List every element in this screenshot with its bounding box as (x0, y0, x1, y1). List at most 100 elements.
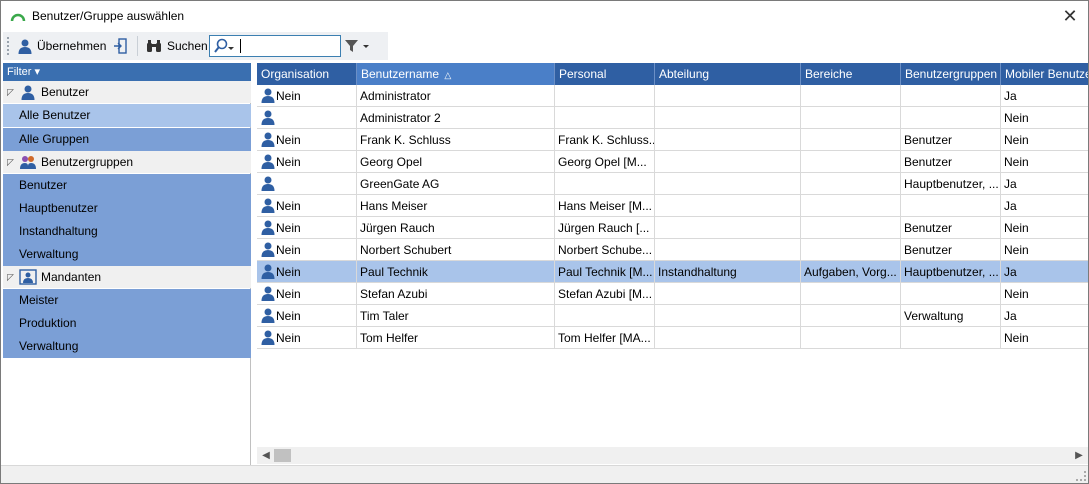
table-row[interactable]: Nein Jürgen Rauch Jürgen Rauch [... Benutze… (257, 217, 1088, 239)
cell-text: Nein (276, 89, 301, 103)
cell-text: Tim Taler (360, 309, 409, 323)
table-cell: Nein (1001, 239, 1088, 261)
column-header-abteilung[interactable]: Abteilung (655, 63, 801, 85)
apply-button[interactable]: Übernehmen (17, 36, 106, 56)
table-cell: Nein (257, 85, 357, 107)
table-cell: Stefan Azubi [M... (555, 283, 655, 305)
user-icon (261, 242, 275, 258)
cell-text: Hans Meiser [M... (558, 199, 653, 213)
table-cell: Nein (257, 305, 357, 327)
cell-text: Stefan Azubi (360, 287, 428, 301)
table-cell: Instandhaltung (655, 261, 801, 283)
table-cell (901, 85, 1001, 107)
table-row[interactable]: Administrator 2 Nein (257, 107, 1088, 129)
table-cell: Nein (257, 129, 357, 151)
cell-text: Benutzer (904, 133, 953, 147)
cell-text: Administrator (360, 89, 431, 103)
user-icon (261, 88, 275, 104)
filter-item-produktion[interactable]: Produktion (3, 312, 251, 335)
cell-text: Benutzer (904, 243, 953, 257)
filter-item-hauptbenutzer[interactable]: Hauptbenutzer (3, 197, 251, 220)
scroll-thumb[interactable] (274, 449, 291, 462)
group-user-groups[interactable]: ◸ Benutzergruppen (3, 151, 251, 173)
group-users[interactable]: ◸ Benutzer (3, 81, 251, 103)
table-cell: Ja (1001, 261, 1088, 283)
table-row[interactable]: Nein Paul Technik Paul Technik [M... Instan… (257, 261, 1088, 283)
table-cell (655, 85, 801, 107)
cell-text: Aufgaben, Vorg... (804, 265, 897, 279)
filter-menu[interactable]: Filter ▾ (3, 63, 251, 81)
table-row[interactable]: GreenGate AG Hauptbenutzer, ... Ja (257, 173, 1088, 195)
users-grid: Organisation Benutzername △ Personal Abt… (257, 63, 1088, 447)
cell-text: Ja (1004, 89, 1017, 103)
toolbar-grip[interactable] (7, 37, 10, 55)
search-button[interactable]: Suchen (146, 36, 208, 56)
table-row[interactable]: Nein Tim Taler Verwaltung Ja (257, 305, 1088, 327)
collapse-icon[interactable]: ◸ (7, 272, 19, 283)
filter-item-instandhaltung[interactable]: Instandhaltung (3, 220, 251, 243)
cell-text: Norbert Schubert (360, 243, 452, 257)
collapse-icon[interactable]: ◸ (7, 157, 19, 168)
cell-text: Nein (276, 133, 301, 147)
group-clients[interactable]: ◸ Mandanten (3, 266, 251, 288)
window-title: Benutzer/Gruppe auswählen (32, 9, 185, 23)
table-cell: Frank K. Schluss (357, 129, 555, 151)
cell-text: Nein (1004, 243, 1029, 257)
horizontal-scrollbar[interactable]: ◀ ▶ (257, 447, 1088, 464)
search-icon (214, 38, 234, 53)
column-header-organisation[interactable]: Organisation (257, 63, 357, 85)
filter-item-all-groups[interactable]: Alle Gruppen (3, 128, 251, 151)
table-cell (801, 283, 901, 305)
apply-close-button[interactable] (113, 36, 127, 56)
filter-item-all-users[interactable]: Alle Benutzer (3, 104, 251, 127)
table-row[interactable]: Nein Hans Meiser Hans Meiser [M... Ja (257, 195, 1088, 217)
table-cell (801, 173, 901, 195)
column-header-label: Benutzername (361, 67, 440, 81)
table-cell: Benutzer (901, 239, 1001, 261)
table-cell (901, 327, 1001, 349)
column-header-benutzergruppen[interactable]: Benutzergruppen (901, 63, 1001, 85)
table-cell (901, 283, 1001, 305)
collapse-icon[interactable]: ◸ (7, 87, 19, 98)
search-field[interactable] (209, 35, 341, 57)
table-row[interactable]: Nein Georg Opel Georg Opel [M... Benutzer Ne… (257, 151, 1088, 173)
table-cell: Nein (1001, 327, 1088, 349)
scroll-right-icon[interactable]: ▶ (1072, 447, 1086, 464)
column-header-personal[interactable]: Personal (555, 63, 655, 85)
table-cell (655, 239, 801, 261)
search-input[interactable] (238, 38, 336, 54)
filter-item-verwaltung[interactable]: Verwaltung (3, 243, 251, 266)
scroll-left-icon[interactable]: ◀ (259, 447, 273, 464)
table-cell: Benutzer (901, 217, 1001, 239)
table-row[interactable]: Nein Stefan Azubi Stefan Azubi [M... Nein (257, 283, 1088, 305)
table-row[interactable]: Nein Norbert Schubert Norbert Schube... Ben… (257, 239, 1088, 261)
filter-dropdown-button[interactable] (344, 36, 370, 56)
table-cell: Nein (257, 261, 357, 283)
user-icon (261, 110, 275, 126)
cell-text: Nein (276, 309, 301, 323)
cell-text: Nein (276, 155, 301, 169)
close-button[interactable]: ✕ (1052, 1, 1088, 31)
table-row[interactable]: Nein Tom Helfer Tom Helfer [MA... Nein (257, 327, 1088, 349)
grid-header: Organisation Benutzername △ Personal Abt… (257, 63, 1088, 85)
table-row[interactable]: Nein Administrator Ja (257, 85, 1088, 107)
table-cell (801, 217, 901, 239)
table-cell (655, 107, 801, 129)
cell-text: GreenGate AG (360, 177, 440, 191)
user-icon (261, 198, 275, 214)
table-cell: Georg Opel [M... (555, 151, 655, 173)
filter-item-verwaltung-client[interactable]: Verwaltung (3, 335, 251, 358)
group-users-label: Benutzer (41, 85, 90, 99)
filter-item-meister[interactable]: Meister (3, 289, 251, 312)
cell-text: Hauptbenutzer, ... (904, 177, 999, 191)
table-row[interactable]: Nein Frank K. Schluss Frank K. Schluss... B… (257, 129, 1088, 151)
column-header-mobiler-benutzer[interactable]: Mobiler Benutzer (1001, 63, 1088, 85)
table-cell: Nein (257, 239, 357, 261)
filter-item-benutzer[interactable]: Benutzer (3, 174, 251, 197)
table-cell (257, 173, 357, 195)
resize-grip[interactable] (1076, 471, 1086, 481)
column-header-benutzername[interactable]: Benutzername △ (357, 63, 555, 85)
column-header-bereiche[interactable]: Bereiche (801, 63, 901, 85)
table-cell (655, 129, 801, 151)
user-icon (21, 85, 35, 100)
